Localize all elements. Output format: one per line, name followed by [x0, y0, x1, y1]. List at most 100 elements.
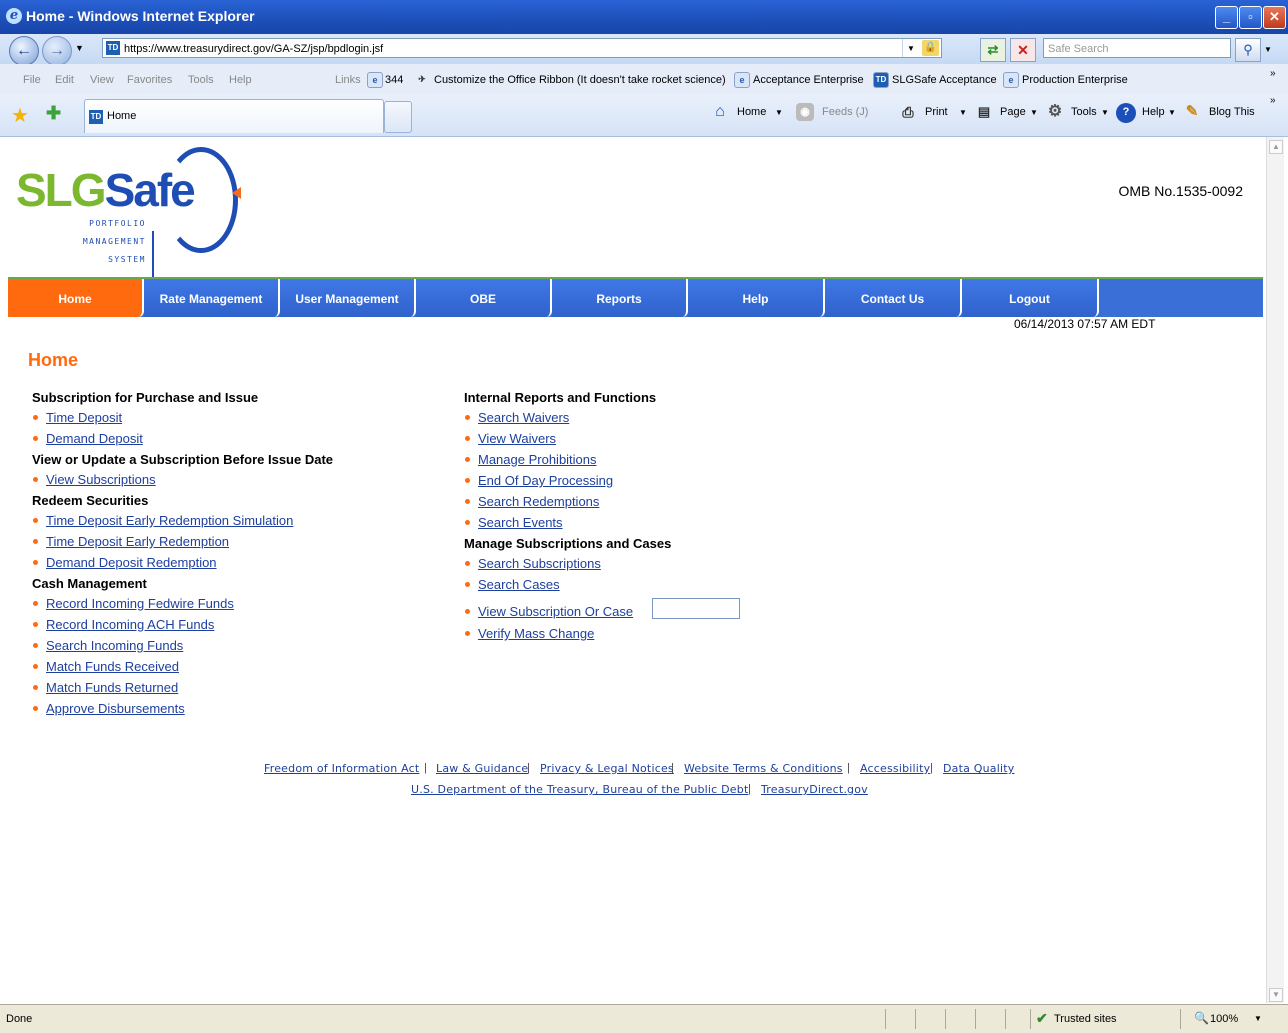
link-match-funds-returned[interactable]: Match Funds Returned	[46, 680, 178, 695]
gear-icon[interactable]: ⚙	[1046, 103, 1064, 121]
home-command[interactable]: Home	[737, 106, 766, 118]
close-button[interactable]: ✕	[1263, 6, 1286, 29]
link-search-subscriptions[interactable]: Search Subscriptions	[478, 556, 601, 571]
refresh-icon[interactable]: ⇄	[980, 38, 1006, 62]
history-dropdown-icon[interactable]: ▼	[75, 43, 84, 53]
chevron-right-icon[interactable]: »	[1270, 68, 1276, 79]
link-record-ach[interactable]: Record Incoming ACH Funds	[46, 617, 214, 632]
menu-edit[interactable]: Edit	[55, 74, 74, 86]
footer-foia[interactable]: Freedom of Information Act	[264, 762, 419, 775]
link-view-subscription-or-case[interactable]: View Subscription Or Case	[478, 604, 633, 619]
lock-icon[interactable]: 🔒	[922, 40, 939, 56]
menu-help[interactable]: Help	[229, 74, 252, 86]
link-record-fedwire[interactable]: Record Incoming Fedwire Funds	[46, 596, 234, 611]
scroll-up-icon[interactable]: ▲	[1269, 140, 1283, 154]
link-early-redemption[interactable]: Time Deposit Early Redemption	[46, 534, 229, 549]
maximize-button[interactable]: ▫	[1239, 6, 1262, 29]
help-dropdown-icon[interactable]: ▼	[1168, 108, 1176, 117]
page-dropdown-icon[interactable]: ▼	[1030, 108, 1038, 117]
link-slgsafe-acceptance[interactable]: SLGSafe Acceptance	[892, 74, 997, 86]
vertical-scrollbar[interactable]: ▲ ▼	[1266, 137, 1284, 1003]
footer-privacy[interactable]: Privacy & Legal Notices	[540, 762, 674, 775]
footer-accessibility[interactable]: Accessibility	[860, 762, 930, 775]
link-customize-ribbon[interactable]: Customize the Office Ribbon (It doesn't …	[434, 74, 726, 86]
menu-favorites[interactable]: Favorites	[127, 74, 172, 86]
nav-reports[interactable]: Reports	[552, 279, 688, 317]
print-dropdown-icon[interactable]: ▼	[959, 108, 967, 117]
treasurydirect-favicon-icon: TD	[873, 72, 889, 88]
link-production-enterprise[interactable]: Production Enterprise	[1022, 74, 1128, 86]
link-manage-prohibitions[interactable]: Manage Prohibitions	[478, 452, 597, 467]
help-command[interactable]: Help	[1142, 106, 1165, 118]
link-acceptance-enterprise[interactable]: Acceptance Enterprise	[753, 74, 864, 86]
menu-view[interactable]: View	[90, 74, 114, 86]
footer-treasurydirect[interactable]: TreasuryDirect.gov	[761, 783, 868, 796]
tools-dropdown-icon[interactable]: ▼	[1101, 108, 1109, 117]
link-demand-deposit[interactable]: Demand Deposit	[46, 431, 143, 446]
blog-pen-icon[interactable]: ✎	[1183, 103, 1201, 121]
link-approve-disbursements[interactable]: Approve Disbursements	[46, 701, 185, 716]
zoom-level[interactable]: 100%	[1210, 1013, 1238, 1025]
footer-treasury-bpd[interactable]: U.S. Department of the Treasury, Bureau …	[411, 783, 748, 796]
link-search-incoming-funds[interactable]: Search Incoming Funds	[46, 638, 183, 653]
nav-logout[interactable]: Logout	[962, 279, 1099, 317]
home-dropdown-icon[interactable]: ▼	[775, 108, 783, 117]
add-favorites-icon[interactable]: ✚	[46, 103, 61, 124]
menu-file[interactable]: File	[23, 74, 41, 86]
page-icon[interactable]: ▤	[975, 103, 993, 121]
link-344[interactable]: 344	[385, 74, 403, 86]
link-demand-deposit-redemption[interactable]: Demand Deposit Redemption	[46, 555, 217, 570]
blog-this-command[interactable]: Blog This	[1209, 106, 1255, 118]
page-command[interactable]: Page	[1000, 106, 1026, 118]
link-search-waivers[interactable]: Search Waivers	[478, 410, 569, 425]
menu-tools[interactable]: Tools	[188, 74, 214, 86]
back-button[interactable]: ←	[9, 36, 39, 66]
link-match-funds-received[interactable]: Match Funds Received	[46, 659, 179, 674]
chevron-right-icon[interactable]: »	[1270, 95, 1276, 106]
section-view-update-subscription: View or Update a Subscription Before Iss…	[32, 452, 334, 467]
tools-command[interactable]: Tools	[1071, 106, 1097, 118]
nav-rate-management[interactable]: Rate Management	[144, 279, 280, 317]
link-verify-mass-change[interactable]: Verify Mass Change	[478, 626, 594, 641]
footer-data-quality[interactable]: Data Quality	[943, 762, 1014, 775]
search-icon[interactable]: ⚲	[1235, 38, 1261, 62]
home-icon[interactable]: ⌂	[711, 103, 729, 121]
footer-law-guidance[interactable]: Law & Guidance	[436, 762, 528, 775]
link-end-of-day[interactable]: End Of Day Processing	[478, 473, 613, 488]
print-icon[interactable]: ⎙	[899, 103, 917, 121]
tab-label: Home	[107, 110, 137, 122]
slgsafe-logo: SLGSafe PORTFOLIO MANAGEMENT SYSTEM	[14, 143, 244, 277]
feeds-command: Feeds (J)	[822, 106, 869, 118]
address-dropdown-icon[interactable]: ▼	[902, 39, 919, 57]
minimize-button[interactable]: _	[1215, 6, 1238, 29]
subscription-or-case-input[interactable]	[652, 598, 740, 619]
nav-obe[interactable]: OBE	[416, 279, 552, 317]
nav-home[interactable]: Home	[8, 279, 144, 317]
link-view-subscriptions[interactable]: View Subscriptions	[46, 472, 156, 487]
nav-help[interactable]: Help	[688, 279, 825, 317]
new-tab-button[interactable]	[384, 101, 412, 133]
scroll-down-icon[interactable]: ▼	[1269, 988, 1283, 1002]
search-input[interactable]: Safe Search	[1043, 38, 1231, 58]
logo-text-slg: SLG	[16, 164, 107, 216]
search-options-icon[interactable]: ▼	[1264, 45, 1272, 54]
forward-button[interactable]: →	[42, 36, 72, 66]
favorites-star-icon[interactable]: ★	[11, 103, 29, 128]
nav-contact-us[interactable]: Contact Us	[825, 279, 962, 317]
logo-portfolio: PORTFOLIO	[89, 219, 146, 228]
address-field[interactable]: TD https://www.treasurydirect.gov/GA-SZ/j…	[102, 38, 942, 58]
tab-home[interactable]: TD Home	[84, 99, 384, 133]
link-early-redemption-simulation[interactable]: Time Deposit Early Redemption Simulation	[46, 513, 293, 528]
help-icon[interactable]: ?	[1116, 103, 1136, 123]
link-view-waivers[interactable]: View Waivers	[478, 431, 556, 446]
stop-icon[interactable]: ✕	[1010, 38, 1036, 62]
link-search-redemptions[interactable]: Search Redemptions	[478, 494, 599, 509]
footer-terms[interactable]: Website Terms & Conditions	[684, 762, 843, 775]
nav-user-management[interactable]: User Management	[280, 279, 416, 317]
zoom-icon[interactable]: 🔍	[1194, 1011, 1209, 1025]
link-time-deposit[interactable]: Time Deposit	[46, 410, 122, 425]
print-command[interactable]: Print	[925, 106, 948, 118]
link-search-cases[interactable]: Search Cases	[478, 577, 560, 592]
link-search-events[interactable]: Search Events	[478, 515, 563, 530]
zoom-dropdown-icon[interactable]: ▼	[1254, 1014, 1262, 1023]
